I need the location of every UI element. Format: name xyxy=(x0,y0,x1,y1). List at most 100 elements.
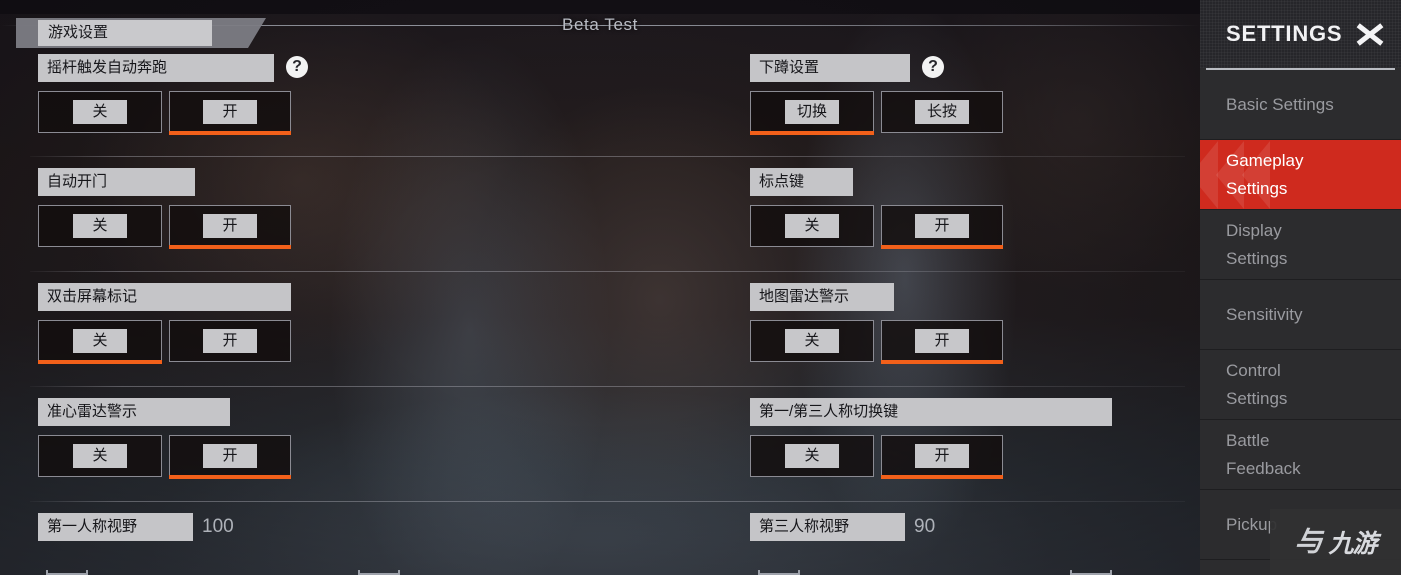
setting-item: 第三人称视野 90 xyxy=(750,513,1112,575)
sidebar-item-label: Basic Settings xyxy=(1226,94,1334,114)
toggle-option[interactable]: 关 xyxy=(38,91,162,133)
setting-header: 第三人称视野 90 xyxy=(750,513,935,541)
sidebar-item-display-settings[interactable]: Display Settings xyxy=(1200,210,1401,280)
sidebar-item-label: Display Settings xyxy=(1226,221,1288,268)
toggle-group: 关开 xyxy=(38,91,308,135)
setting-label: 双击屏幕标记 xyxy=(38,283,291,311)
settings-row: 摇杆触发自动奔跑? 关开下蹲设置? 切换 长按 xyxy=(0,42,1200,156)
setting-label: 自动开门 xyxy=(38,168,195,196)
toggle-option[interactable]: 关 xyxy=(750,320,874,362)
settings-row: 双击屏幕标记关开地图雷达警示关开 xyxy=(0,271,1200,385)
toggle-option[interactable]: 开 xyxy=(881,320,1003,364)
toggle-group: 关开 xyxy=(750,435,1112,479)
toggle-option[interactable]: 开 xyxy=(169,320,291,362)
toggle-option[interactable]: 关 xyxy=(750,205,874,247)
setting-item: 摇杆触发自动奔跑? 关开 xyxy=(38,54,308,135)
sidebar-item-label: Sensitivity xyxy=(1226,304,1303,324)
setting-item: 地图雷达警示关开 xyxy=(750,283,1003,364)
toggle-option[interactable]: 切换 xyxy=(750,91,874,135)
toggle-option-label: 开 xyxy=(203,214,257,238)
sidebar-item-gameplay-settings[interactable]: Gameplay Settings xyxy=(1200,140,1401,210)
setting-header: 标点键 xyxy=(750,168,1003,196)
setting-header: 第一/第三人称切换键 xyxy=(750,398,1112,426)
watermark-text: 九游 xyxy=(1328,530,1377,558)
settings-row: 自动开门关开标点键关开 xyxy=(0,156,1200,270)
beta-label: Beta Test xyxy=(562,15,638,34)
setting-item: 自动开门关 开 xyxy=(38,168,291,249)
settings-list: 摇杆触发自动奔跑? 关开下蹲设置? 切换 长按 自动开门关开标点键关开双击屏幕标记关开地… xyxy=(0,42,1200,575)
setting-header: 双击屏幕标记 xyxy=(38,283,291,311)
settings-screen: Beta Test 游戏设置 摇杆触发自动奔跑? 关开下蹲设置? 切换 长按 自动开门关… xyxy=(0,0,1401,575)
sidebar-header: SETTINGS xyxy=(1200,0,1401,68)
settings-row: 准心雷达警示关开第一/第三人称切换键关开 xyxy=(0,386,1200,500)
toggle-option-label: 关 xyxy=(73,214,127,238)
setting-header: 自动开门 xyxy=(38,168,291,196)
toggle-option[interactable]: 关 xyxy=(38,320,162,364)
row-divider xyxy=(30,501,1185,502)
slider-control[interactable] xyxy=(38,555,400,575)
setting-label: 摇杆触发自动奔跑 xyxy=(38,54,274,82)
toggle-option-label: 关 xyxy=(785,214,839,238)
sidebar-item-label: Control Settings xyxy=(1226,361,1288,408)
slider-value: 90 xyxy=(914,516,936,537)
row-divider xyxy=(30,156,1185,157)
toggle-option[interactable]: 关 xyxy=(38,435,162,477)
settings-row: 第一人称视野 100 第三人称视野 90 xyxy=(0,501,1200,575)
toggle-group: 切换 长按 xyxy=(750,91,1003,135)
toggle-option-label: 关 xyxy=(73,100,127,124)
slider-value: 100 xyxy=(202,516,234,537)
sidebar-item-battle-feedback[interactable]: Battle Feedback xyxy=(1200,420,1401,490)
toggle-group: 关开 xyxy=(750,205,1003,249)
toggle-option[interactable]: 开 xyxy=(169,91,291,135)
help-icon[interactable]: ? xyxy=(286,56,308,78)
sidebar-item-sensitivity[interactable]: Sensitivity xyxy=(1200,280,1401,350)
setting-label: 第三人称视野 xyxy=(750,513,905,541)
slider-control[interactable] xyxy=(750,555,1112,575)
sidebar-item-control-settings[interactable]: Control Settings xyxy=(1200,350,1401,420)
sidebar-item-basic-settings[interactable]: Basic Settings xyxy=(1200,70,1401,140)
setting-label: 下蹲设置 xyxy=(750,54,910,82)
toggle-option-label: 长按 xyxy=(915,100,969,124)
toggle-option[interactable]: 关 xyxy=(750,435,874,477)
sidebar-title: SETTINGS xyxy=(1226,21,1343,46)
toggle-option[interactable]: 开 xyxy=(169,435,291,479)
toggle-option-label: 开 xyxy=(915,329,969,353)
setting-item: 下蹲设置? 切换 长按 xyxy=(750,54,1003,135)
toggle-option-label: 关 xyxy=(785,444,839,468)
toggle-option[interactable]: 开 xyxy=(169,205,291,249)
sidebar-item-label: Gameplay Settings xyxy=(1226,151,1304,198)
watermark: 与 九游 xyxy=(1270,509,1401,575)
watermark-logo-icon: 与 xyxy=(1294,525,1323,558)
setting-header: 地图雷达警示 xyxy=(750,283,1003,311)
toggle-option[interactable]: 长按 xyxy=(881,91,1003,133)
setting-header: 摇杆触发自动奔跑? xyxy=(38,54,308,82)
help-icon[interactable]: ? xyxy=(922,56,944,78)
setting-item: 准心雷达警示关开 xyxy=(38,398,291,479)
close-icon[interactable] xyxy=(1353,17,1387,51)
toggle-option[interactable]: 开 xyxy=(881,205,1003,249)
setting-item: 第一/第三人称切换键关开 xyxy=(750,398,1112,479)
toggle-option[interactable]: 关 xyxy=(38,205,162,247)
toggle-option-label: 开 xyxy=(915,444,969,468)
setting-item: 第一人称视野 100 xyxy=(38,513,400,575)
toggle-group: 关开 xyxy=(38,435,291,479)
toggle-option-label: 开 xyxy=(203,444,257,468)
toggle-option-label: 关 xyxy=(73,444,127,468)
toggle-group: 关开 xyxy=(750,320,1003,364)
toggle-option-label: 关 xyxy=(785,329,839,353)
row-divider xyxy=(30,271,1185,272)
setting-label: 第一人称视野 xyxy=(38,513,193,541)
toggle-group: 关开 xyxy=(38,320,291,364)
toggle-option-label: 开 xyxy=(203,329,257,353)
row-divider xyxy=(30,386,1185,387)
setting-header: 第一人称视野 100 xyxy=(38,513,234,541)
sidebar-menu: Basic Settings Gameplay Settings Display S… xyxy=(1200,70,1401,560)
toggle-option-label: 开 xyxy=(203,100,257,124)
setting-label: 准心雷达警示 xyxy=(38,398,230,426)
setting-item: 双击屏幕标记关开 xyxy=(38,283,291,364)
toggle-option[interactable]: 开 xyxy=(881,435,1003,479)
setting-label: 第一/第三人称切换键 xyxy=(750,398,1112,426)
settings-sidebar: SETTINGS Basic Settings Gameplay Settings… xyxy=(1200,0,1401,575)
toggle-option-label: 关 xyxy=(73,329,127,353)
sidebar-item-label: Battle Feedback xyxy=(1226,431,1301,478)
